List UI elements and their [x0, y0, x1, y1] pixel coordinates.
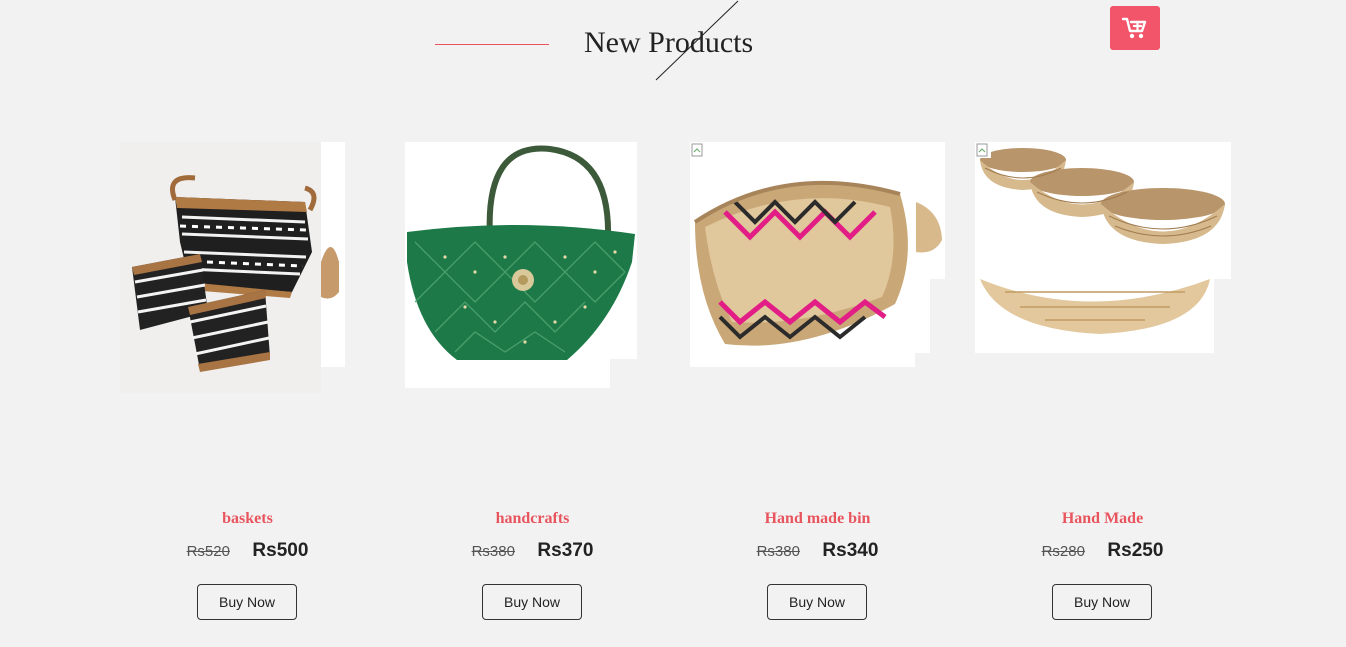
title-divider-line: [435, 44, 549, 45]
section-header: New Products: [0, 0, 1346, 100]
old-price: Rs380: [471, 542, 515, 560]
buy-now-button[interactable]: Buy Now: [767, 584, 867, 620]
old-price: Rs380: [756, 542, 800, 560]
cart-button[interactable]: [1110, 6, 1160, 50]
product-prices: Rs380 Rs370: [405, 540, 660, 562]
product-image[interactable]: [120, 142, 405, 402]
product-prices: Rs520 Rs500: [120, 540, 375, 562]
product-image[interactable]: [690, 142, 975, 402]
product-card: Hand made bin Rs380 Rs340 Buy Now: [690, 142, 975, 632]
buy-now-button[interactable]: Buy Now: [482, 584, 582, 620]
old-price: Rs520: [186, 542, 230, 560]
cart-plus-icon: [1122, 17, 1147, 39]
current-price: Rs340: [822, 540, 879, 561]
current-price: Rs370: [537, 540, 594, 561]
current-price: Rs250: [1107, 540, 1164, 561]
product-name[interactable]: Hand Made: [975, 510, 1230, 528]
buy-now-button[interactable]: Buy Now: [1052, 584, 1152, 620]
product-image[interactable]: [975, 142, 1260, 402]
product-prices: Rs380 Rs340: [690, 540, 945, 562]
product-card: handcrafts Rs380 Rs370 Buy Now: [405, 142, 690, 632]
buy-now-button[interactable]: Buy Now: [197, 584, 297, 620]
old-price: Rs280: [1041, 542, 1085, 560]
product-name[interactable]: baskets: [120, 510, 375, 528]
title-slash-decoration: [655, 0, 739, 81]
product-prices: Rs280 Rs250: [975, 540, 1230, 562]
current-price: Rs500: [252, 540, 309, 561]
product-name[interactable]: Hand made bin: [690, 510, 945, 528]
product-image[interactable]: [405, 142, 690, 402]
product-card: baskets Rs520 Rs500 Buy Now: [120, 142, 405, 632]
product-card: Hand Made Rs280 Rs250 Buy Now: [975, 142, 1260, 632]
product-name[interactable]: handcrafts: [405, 510, 660, 528]
